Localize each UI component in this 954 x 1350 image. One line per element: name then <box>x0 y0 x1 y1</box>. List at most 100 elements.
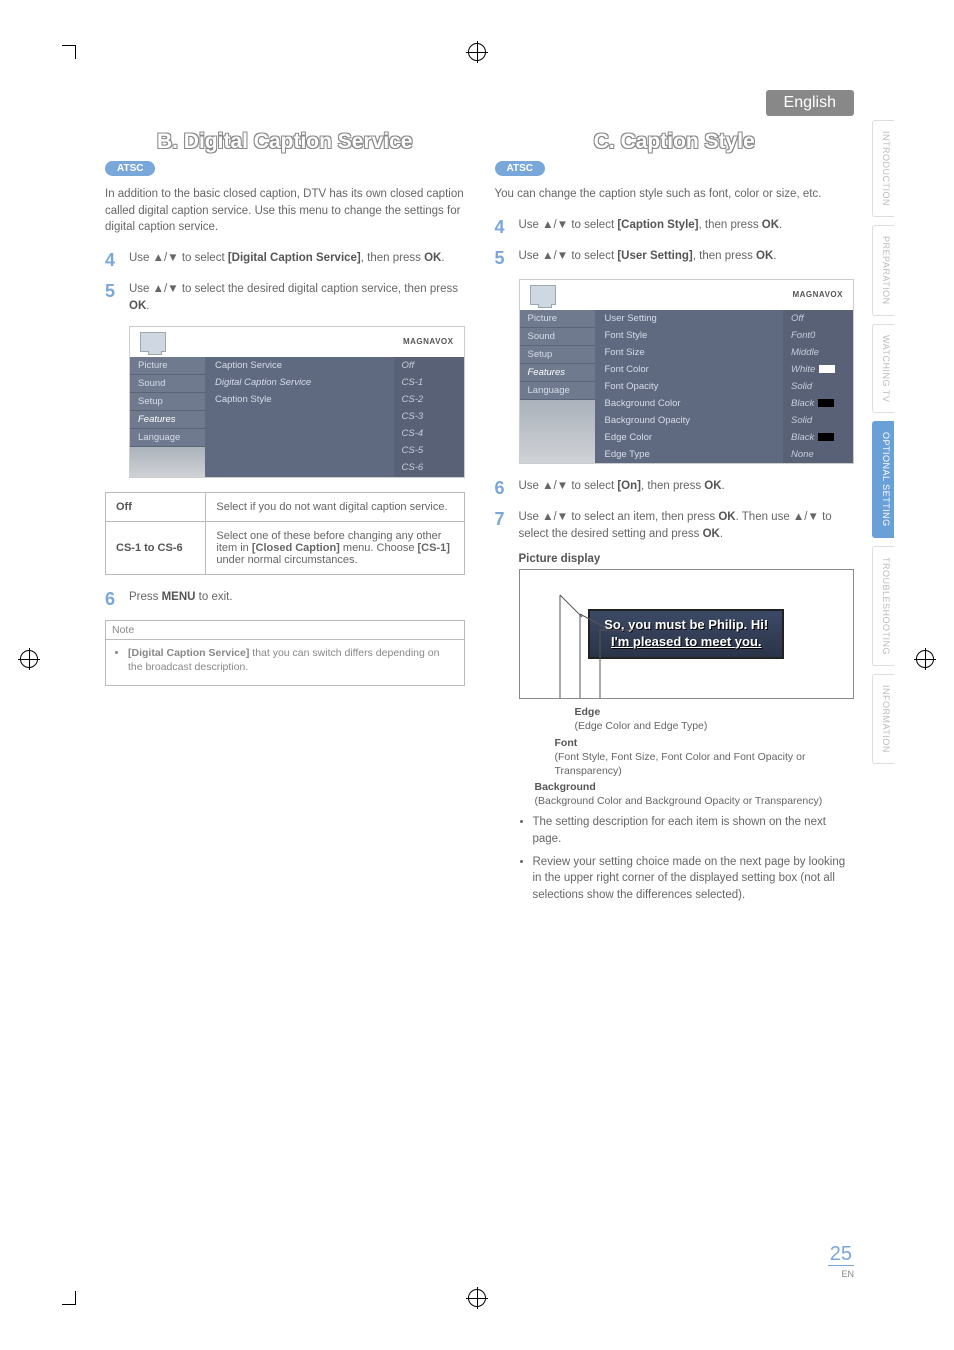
step-text: Use ▲/▼ to select [User Setting], then p… <box>519 248 855 265</box>
osd-mid-item: User Setting <box>595 310 784 327</box>
language-tab: English <box>766 90 854 116</box>
bullet-list: The setting description for each item is… <box>519 814 855 903</box>
step-number: 5 <box>495 248 509 269</box>
osd-left-item: Features <box>130 411 205 429</box>
crop-mark <box>75 45 76 59</box>
osd-mid-item: Caption Style <box>205 391 394 408</box>
anno-font-heading: Font <box>555 737 578 749</box>
def-key: CS-1 to CS-6 <box>106 521 206 574</box>
crop-mark <box>62 1304 76 1305</box>
step-number: 6 <box>495 478 509 499</box>
page-number-value: 25 <box>828 1243 854 1266</box>
step-5: 5 Use ▲/▼ to select the desired digital … <box>105 281 465 316</box>
osd-right-item: Font0 <box>783 327 853 344</box>
step-number: 4 <box>105 250 119 271</box>
color-swatch <box>819 365 835 373</box>
osd-mid-item: Font Opacity <box>595 378 784 395</box>
color-swatch <box>818 399 834 407</box>
caption-line: So, you must be Philip. Hi! <box>604 617 768 632</box>
osd-left-item: Picture <box>520 310 595 328</box>
osd-left-item: Language <box>520 382 595 400</box>
anno-font-text: (Font Style, Font Size, Font Color and F… <box>555 751 806 777</box>
osd-left-item: Language <box>130 429 205 447</box>
step-5: 5 Use ▲/▼ to select [User Setting], then… <box>495 248 855 269</box>
osd-mid-item: Edge Color <box>595 429 784 446</box>
section-b-title: B. Digital Caption Service <box>105 130 465 154</box>
osd-mid-item: Font Size <box>595 344 784 361</box>
caption-line: I'm pleased to meet you. <box>611 634 762 649</box>
osd-left-item: Picture <box>130 357 205 375</box>
tv-icon <box>140 332 166 352</box>
osd-mid-item: Edge Type <box>595 446 784 463</box>
osd-right-values: Off Font0 Middle White Solid Black Solid… <box>783 310 853 463</box>
brand-label: MAGNAVOX <box>403 337 454 346</box>
chapter-tabs: INTRODUCTION PREPARATION WATCHING TV OPT… <box>872 120 894 764</box>
anno-bg-text: (Background Color and Background Opacity… <box>535 795 823 807</box>
note-item: [Digital Caption Service] that you can s… <box>128 646 454 675</box>
bullet-item: The setting description for each item is… <box>533 814 855 847</box>
step-7: 7 Use ▲/▼ to select an item, then press … <box>495 509 855 544</box>
osd-left-menu: Picture Sound Setup Features Language <box>520 310 595 463</box>
brand-label: MAGNAVOX <box>792 290 843 299</box>
osd-mid-item: Font Style <box>595 327 784 344</box>
page-number: 25 EN <box>828 1243 854 1280</box>
osd-right-item: Black <box>783 429 853 446</box>
osd-panel-b: MAGNAVOX Picture Sound Setup Features La… <box>129 326 465 478</box>
osd-left-item: Setup <box>520 346 595 364</box>
tv-icon <box>530 285 556 305</box>
anno-edge-heading: Edge <box>575 706 601 718</box>
osd-right-item: White <box>783 361 853 378</box>
osd-right-item: CS-2 <box>394 391 464 408</box>
osd-right-item: CS-4 <box>394 425 464 442</box>
def-key: Off <box>106 492 206 521</box>
osd-mid-item: Digital Caption Service <box>205 374 394 391</box>
osd-right-item: CS-5 <box>394 442 464 459</box>
osd-left-menu: Picture Sound Setup Features Language <box>130 357 205 477</box>
anno-edge-text: (Edge Color and Edge Type) <box>575 720 708 732</box>
step-number: 6 <box>105 589 119 610</box>
def-val: Select one of these before changing any … <box>206 521 464 574</box>
anno-bg-heading: Background <box>535 781 596 793</box>
tab-preparation: PREPARATION <box>872 225 894 316</box>
registration-mark-icon <box>468 43 486 61</box>
osd-left-item: Sound <box>520 328 595 346</box>
osd-panel-c: MAGNAVOX Picture Sound Setup Features La… <box>519 279 855 464</box>
osd-right-item: Solid <box>783 412 853 429</box>
osd-right-item: Solid <box>783 378 853 395</box>
tab-watching-tv: WATCHING TV <box>872 324 894 413</box>
registration-mark-icon <box>916 650 934 668</box>
note-box: Note [Digital Caption Service] that you … <box>105 620 465 686</box>
osd-left-item: Features <box>520 364 595 382</box>
definition-table: Off Select if you do not want digital ca… <box>105 492 465 575</box>
picture-display-label: Picture display <box>519 553 855 565</box>
osd-mid-item: Background Opacity <box>595 412 784 429</box>
osd-right-item: CS-1 <box>394 374 464 391</box>
atsc-badge: ATSC <box>105 161 155 176</box>
step-number: 5 <box>105 281 119 302</box>
osd-right-item: Middle <box>783 344 853 361</box>
page-lang-code: EN <box>841 1269 854 1279</box>
step-6: 6 Use ▲/▼ to select [On], then press OK. <box>495 478 855 499</box>
osd-mid-menu: User Setting Font Style Font Size Font C… <box>595 310 784 463</box>
osd-left-item: Sound <box>130 375 205 393</box>
section-c-intro: You can change the caption style such as… <box>495 186 855 203</box>
def-val: Select if you do not want digital captio… <box>206 492 464 521</box>
color-swatch <box>818 433 834 441</box>
note-heading: Note <box>106 621 464 640</box>
tab-optional-setting: OPTIONAL SETTING <box>872 421 894 538</box>
tab-information: INFORMATION <box>872 674 894 764</box>
osd-mid-menu: Caption Service Digital Caption Service … <box>205 357 394 477</box>
bullet-item: Review your setting choice made on the n… <box>533 854 855 904</box>
osd-right-item: None <box>783 446 853 463</box>
atsc-badge: ATSC <box>495 161 545 176</box>
tab-troubleshooting: TROUBLESHOOTING <box>872 546 894 666</box>
step-6: 6 Press MENU to exit. <box>105 589 465 610</box>
step-text: Press MENU to exit. <box>129 589 465 606</box>
section-b: B. Digital Caption Service ATSC In addit… <box>105 130 465 904</box>
section-c-title: C. Caption Style <box>495 130 855 154</box>
step-text: Use ▲/▼ to select [Caption Style], then … <box>519 217 855 234</box>
registration-mark-icon <box>468 1289 486 1307</box>
step-text: Use ▲/▼ to select an item, then press OK… <box>519 509 855 544</box>
crop-mark <box>62 45 76 46</box>
osd-right-item: Off <box>394 357 464 374</box>
